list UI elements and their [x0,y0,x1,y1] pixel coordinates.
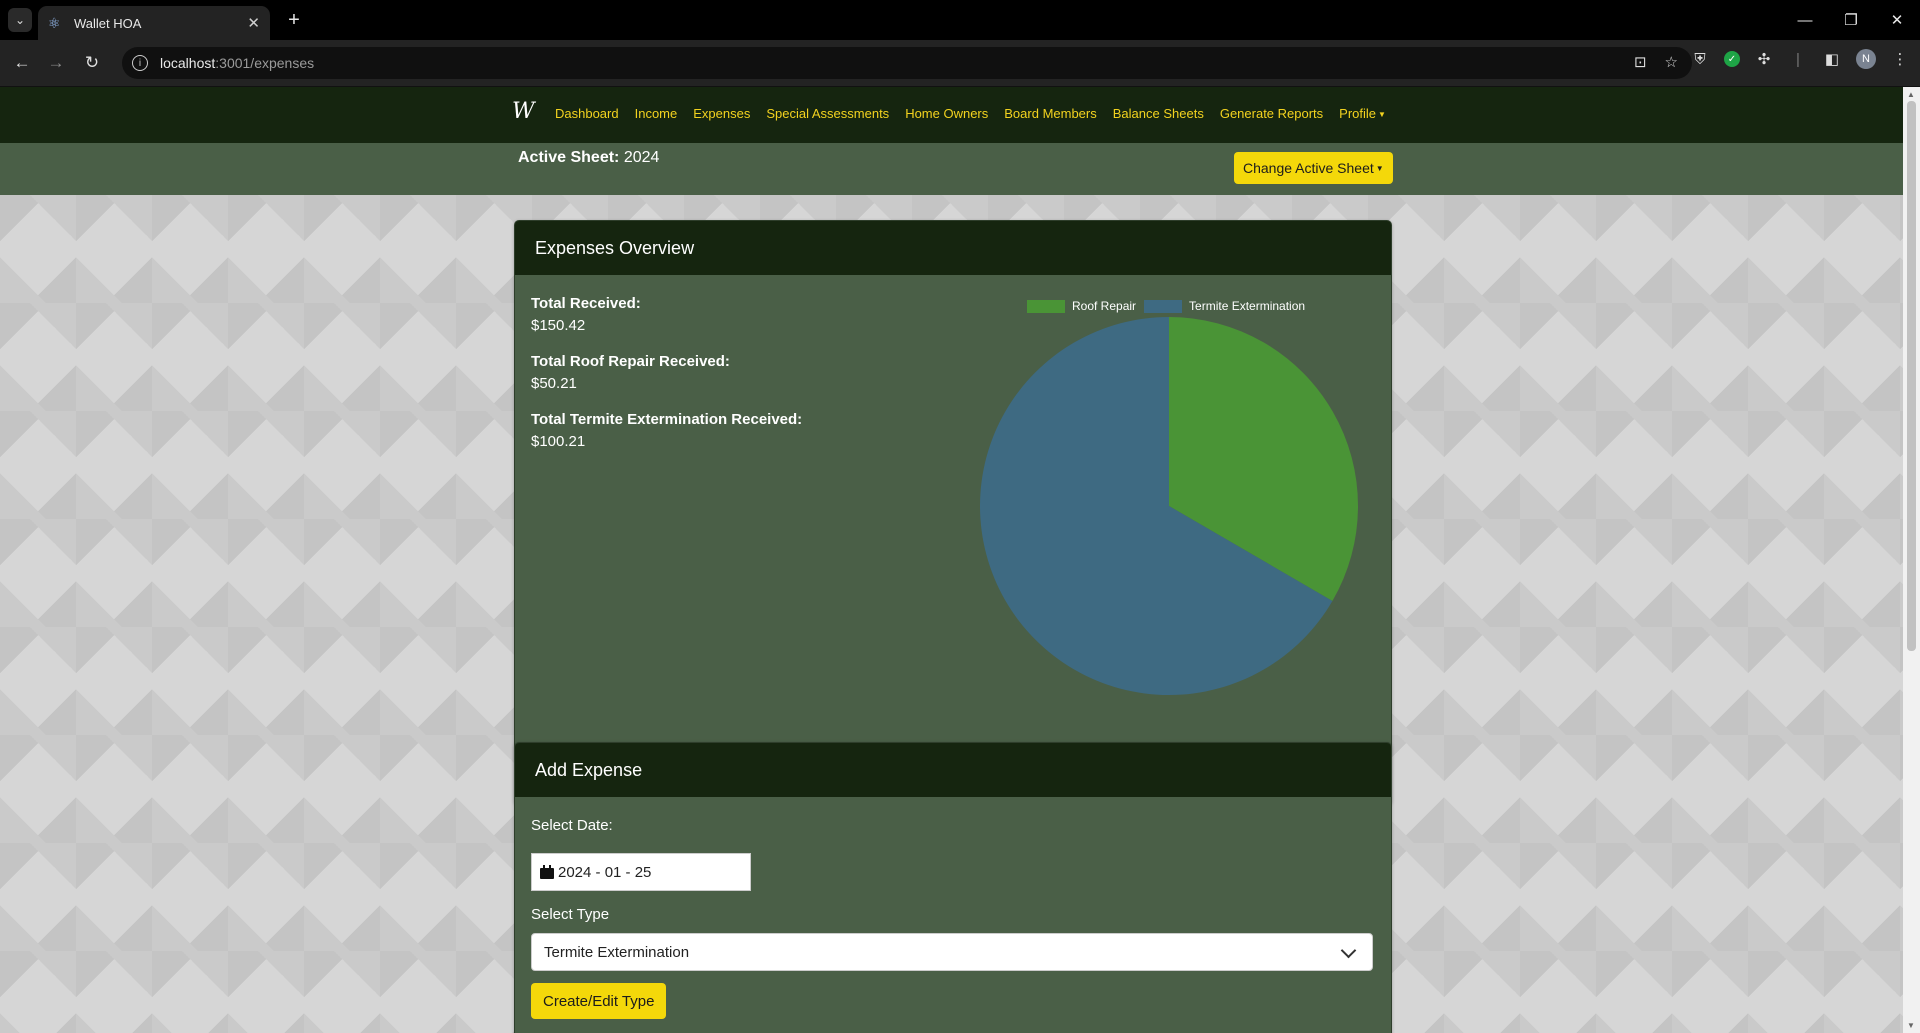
stat-termite: Total Termite Extermination Received: $1… [531,409,802,453]
expenses-pie-chart [980,317,1358,695]
chevron-down-icon [1340,942,1357,958]
nav-expenses[interactable]: Expenses [693,106,750,121]
active-sheet-title: Active Sheet: [518,149,620,166]
scroll-down-icon[interactable]: ▼ [1907,1021,1915,1030]
minimize-icon[interactable]: — [1782,0,1828,40]
tab-search-icon[interactable]: ⌄ [8,8,32,32]
page-viewport: W Dashboard Income Expenses Special Asse… [0,87,1903,1033]
create-edit-type-button[interactable]: Create/Edit Type [531,983,667,1019]
nav-income[interactable]: Income [635,106,678,121]
puzzle-extensions-icon[interactable]: ✣ [1754,49,1774,69]
active-sheet-value: 2024 [623,149,660,166]
date-value: 2024 - 01 - 25 [558,863,652,881]
browser-tab-strip: ⌄ ⚛ Wallet HOA ✕ + — ❐ ✕ [0,0,1920,40]
expenses-overview-card: Expenses Overview Total Received: $150.4… [514,220,1392,805]
url-path: :3001/expenses [215,55,315,71]
nav-board-members[interactable]: Board Members [1004,106,1096,121]
stats-list: Total Received: $150.42 Total Roof Repai… [531,293,802,467]
nav-home-owners[interactable]: Home Owners [905,106,988,121]
nav-profile-dropdown[interactable]: Profile ▼ [1339,106,1386,121]
active-sheet-bar: Active Sheet: 2024 Change Active Sheet ▼ [0,143,1903,195]
caret-down-icon: ▼ [1375,163,1384,173]
window-close-icon[interactable]: ✕ [1874,0,1920,40]
stat-value: $150.42 [531,317,586,334]
reload-icon[interactable]: ↻ [80,51,104,75]
legend-label: Termite Extermination [1189,299,1306,313]
type-selected-value: Termite Extermination [544,943,690,961]
date-label: Select Date: [531,817,613,834]
nav-generate-reports[interactable]: Generate Reports [1220,106,1323,121]
nav-balance-sheets[interactable]: Balance Sheets [1113,106,1204,121]
nav-links: Dashboard Income Expenses Special Assess… [555,106,1386,121]
type-select[interactable]: Termite Extermination [531,933,1373,971]
legend-swatch [1144,299,1183,313]
calendar-icon [540,865,554,879]
nav-profile-label: Profile [1339,106,1377,121]
new-tab-icon[interactable]: + [282,8,306,32]
scroll-up-icon[interactable]: ▲ [1907,90,1915,99]
nav-special-assessments[interactable]: Special Assessments [766,106,889,121]
chart-legend: Roof Repair Termite Extermination [1027,299,1305,313]
window-controls: — ❐ ✕ [1782,0,1920,40]
active-sheet-label: Active Sheet: 2024 [518,149,659,167]
kebab-menu-icon[interactable]: ⋮ [1890,49,1910,69]
divider: | [1796,50,1800,68]
brand-logo[interactable]: W [512,99,535,124]
date-field[interactable]: 2024 - 01 - 25 [531,853,751,891]
stat-label: Total Roof Repair Received: [531,353,730,370]
type-label: Select Type [531,906,610,923]
forward-icon[interactable]: → [44,51,68,75]
stat-value: $50.21 [531,375,577,392]
legend-item[interactable]: Roof Repair [1027,299,1136,313]
change-active-sheet-label: Change Active Sheet [1243,160,1374,176]
stat-label: Total Received: [531,295,641,312]
change-active-sheet-button[interactable]: Change Active Sheet ▼ [1234,152,1393,184]
address-bar: ← → ↻ i localhost:3001/expenses ⊡ ☆ ⛨ ✓ … [0,40,1920,87]
legend-label: Roof Repair [1072,299,1137,313]
nav-dashboard[interactable]: Dashboard [555,106,619,121]
site-info-icon[interactable]: i [132,55,148,71]
scrollbar[interactable]: ▲ ▼ [1903,87,1920,1033]
add-expense-card: Add Expense Select Date: 2024 - 01 - 25 … [514,742,1392,1033]
card-title: Expenses Overview [515,221,1391,275]
restore-icon[interactable]: ❐ [1828,0,1874,40]
profile-avatar[interactable]: N [1856,49,1876,69]
url-host: localhost [160,55,216,71]
close-icon[interactable]: ✕ [247,14,260,32]
extension-toolbar: ⛨ ✓ ✣ | ◧ N ⋮ [1690,49,1920,69]
tab-title: Wallet HOA [74,15,142,31]
side-panel-icon[interactable]: ◧ [1822,49,1842,69]
back-icon[interactable]: ← [10,51,34,75]
legend-swatch [1027,299,1065,313]
caret-down-icon: ▼ [1378,110,1386,120]
stat-label: Total Termite Extermination Received: [531,411,803,428]
extension-icon[interactable]: ⛨ [1690,49,1710,69]
browser-tab[interactable]: ⚛ Wallet HOA ✕ [38,6,270,40]
install-app-icon[interactable]: ⊡ [1634,53,1647,71]
green-check-extension-icon[interactable]: ✓ [1724,51,1740,67]
card-title: Add Expense [515,743,1391,797]
legend-item[interactable]: Termite Extermination [1144,299,1305,313]
bookmark-star-icon[interactable]: ☆ [1665,53,1678,71]
url-text: localhost:3001/expenses [160,55,314,71]
app-navbar: W Dashboard Income Expenses Special Asse… [0,87,1903,143]
stat-value: $100.21 [531,433,586,450]
stat-roof-repair: Total Roof Repair Received: $50.21 [531,351,802,395]
scrollbar-thumb[interactable] [1907,101,1916,651]
react-favicon-icon: ⚛ [48,14,61,31]
url-input[interactable]: i localhost:3001/expenses ⊡ ☆ [122,47,1692,79]
stat-total: Total Received: $150.42 [531,293,802,337]
